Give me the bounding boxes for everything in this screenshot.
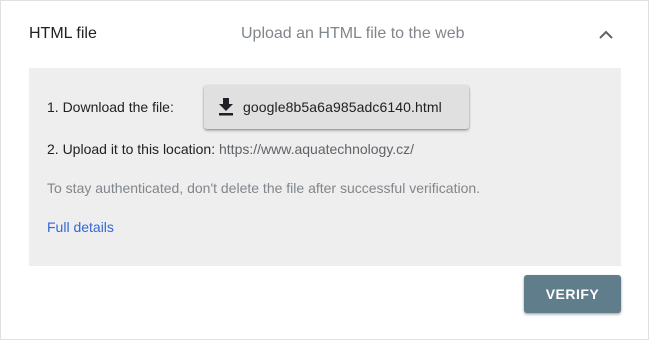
download-filename: google8b5a6a985adc6140.html bbox=[243, 99, 442, 115]
authentication-note: To stay authenticated, don't delete the … bbox=[47, 180, 481, 196]
step2-label: 2. Upload it to this location: bbox=[47, 141, 216, 157]
chevron-up-icon bbox=[599, 30, 613, 39]
step2-text: 2. Upload it to this location: https://w… bbox=[47, 141, 414, 157]
download-file-button[interactable]: google8b5a6a985adc6140.html bbox=[204, 85, 469, 129]
download-icon bbox=[214, 95, 238, 119]
method-header[interactable]: HTML file Upload an HTML file to the web bbox=[1, 1, 648, 67]
method-title: HTML file bbox=[29, 25, 97, 42]
upload-location-url: https://www.aquatechnology.cz/ bbox=[219, 141, 415, 157]
collapse-button[interactable] bbox=[593, 21, 619, 47]
verification-method-card: HTML file Upload an HTML file to the web… bbox=[0, 0, 649, 340]
verify-button[interactable]: VERIFY bbox=[524, 275, 621, 313]
method-description: Upload an HTML file to the web bbox=[241, 25, 465, 42]
full-details-link[interactable]: Full details bbox=[47, 219, 114, 235]
step1-label: 1. Download the file: bbox=[47, 99, 174, 115]
instructions-panel: 1. Download the file: google8b5a6a985adc… bbox=[29, 68, 621, 266]
